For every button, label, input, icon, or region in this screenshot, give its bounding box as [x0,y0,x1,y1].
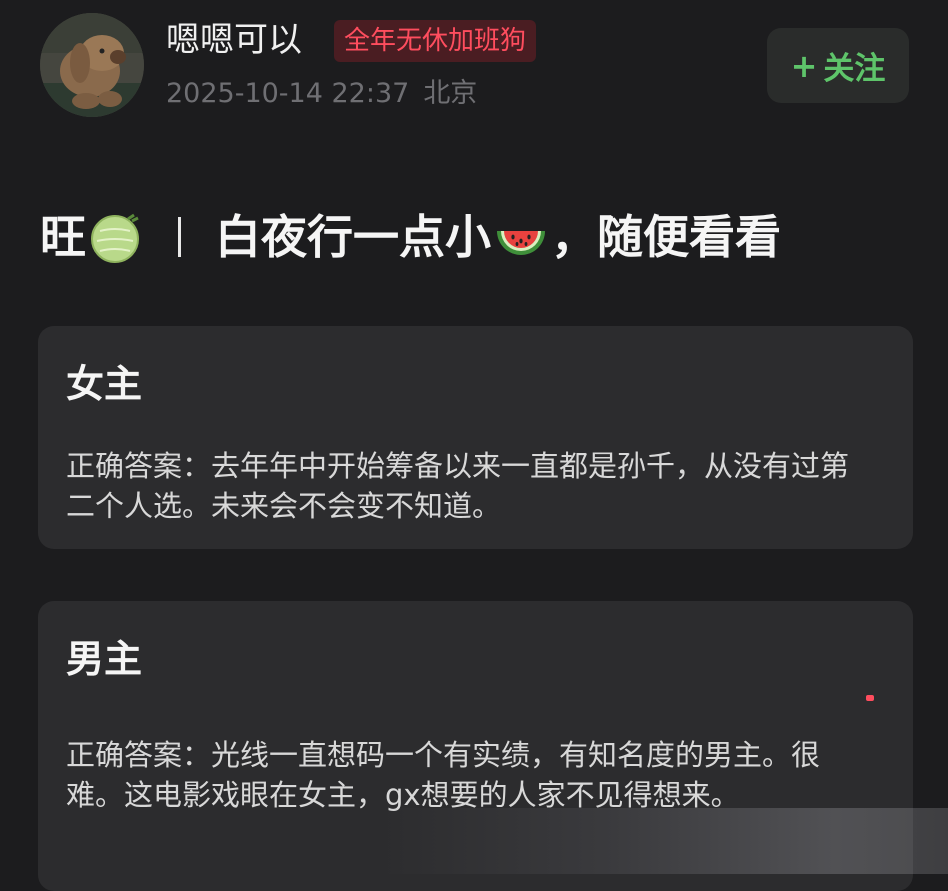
post-meta: 2025-10-14 22:37 北京 [166,76,477,112]
section-heading: 女主 [66,362,143,406]
section-card-heroine: 女主 正确答案：去年年中开始筹备以来一直都是孙千，从没有过第二个人选。未来会不会… [38,326,913,549]
section-body: 正确答案：去年年中开始筹备以来一直都是孙千，从没有过第二个人选。未来会不会变不知… [66,449,850,523]
post-location: 北京 [423,78,478,109]
plush-dog-avatar-icon [40,13,144,117]
post-header: 嗯嗯可以 全年无休加班狗 2025-10-14 22:37 北京 + 关注 [0,0,948,140]
author-avatar[interactable] [40,13,144,117]
author-badge: 全年无休加班狗 [334,20,537,62]
follow-button[interactable]: + 关注 [767,28,909,103]
post-datetime: 2025-10-14 22:37 [166,78,410,109]
title-part-1: 旺 [40,210,86,264]
melon-icon [88,209,144,265]
red-dot-mark [866,695,874,701]
watermelon-icon [493,209,549,265]
follow-label: 关注 [823,51,886,87]
section-card-hero: 男主 正确答案：光线一直想码一个有实绩，有知名度的男主。很难。这电影戏眼在女主，… [38,601,913,891]
title-part-2: 白夜行一点小 [215,210,491,264]
post-title: 旺 白夜行一点小 ，随便看看 [40,204,781,270]
title-separator [178,217,181,257]
plus-icon: + [790,46,818,85]
title-part-3: ，随便看看 [551,210,781,264]
section-body: 正确答案：光线一直想码一个有实绩，有知名度的男主。很难。这电影戏眼在女主，gx想… [66,738,821,812]
section-heading: 男主 [66,637,143,681]
author-name[interactable]: 嗯嗯可以 [166,18,302,62]
